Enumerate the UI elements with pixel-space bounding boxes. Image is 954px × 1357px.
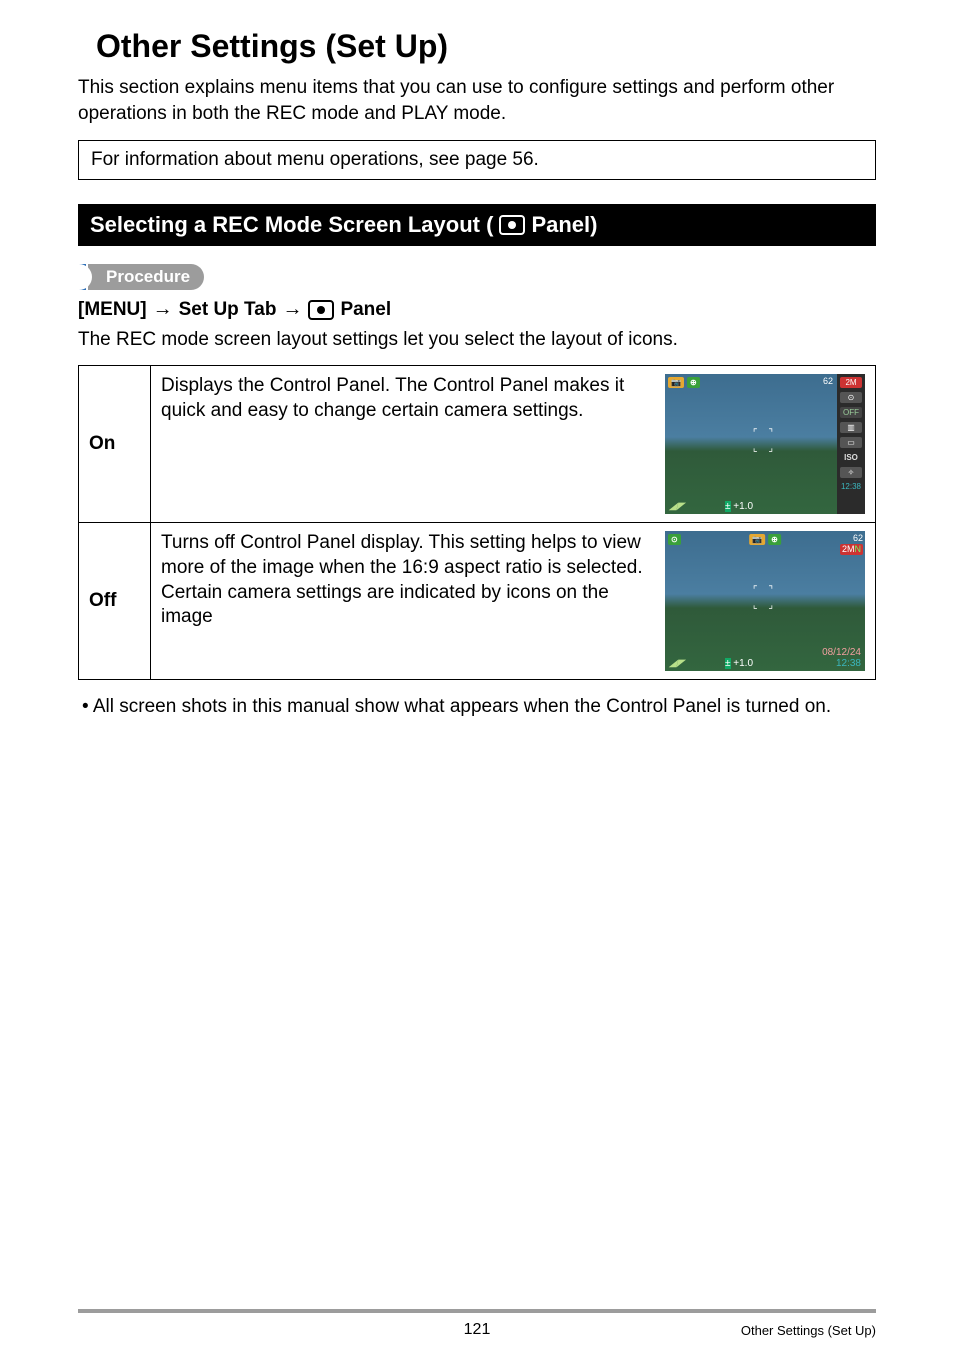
procedure-pill: Procedure <box>88 264 204 290</box>
date-value: 08/12/24 <box>822 647 861 658</box>
section-heading-prefix: Selecting a REC Mode Screen Layout ( <box>90 212 493 238</box>
layout-intro-text: The REC mode screen layout settings let … <box>78 329 876 351</box>
procedure-step-menu: [MENU] <box>78 299 147 321</box>
timer-icon: ⊙ <box>668 534 681 545</box>
arrow-icon: → <box>153 298 173 321</box>
table-row: Off Turns off Control Panel display. Thi… <box>79 523 876 680</box>
ev-value: +1.0 <box>733 658 753 669</box>
panel-size-badge: 2M <box>840 377 862 388</box>
ev-badge-icon: ± <box>725 501 731 512</box>
datetime-readout: 08/12/24 12:38 <box>822 647 861 669</box>
camera-icon: 📷 <box>668 377 684 388</box>
focus-brackets-icon: ⌜ ⌝⌞ ⌟ <box>753 426 777 456</box>
options-table: On Displays the Control Panel. The Contr… <box>78 365 876 680</box>
procedure-label-row: Procedure <box>78 264 876 290</box>
procedure-step-setup: Set Up Tab <box>179 299 277 321</box>
footer-section-name: Other Settings (Set Up) <box>741 1323 876 1338</box>
screenshot-thumbnail-off: ⊙ 📷 ⊕ 62 2MN ⌜ ⌝⌞ ⌟ ◢◤ <box>665 531 865 671</box>
time-value: 12:38 <box>822 658 861 669</box>
option-on-label: On <box>79 366 151 523</box>
option-off-cell: Turns off Control Panel display. This se… <box>151 523 876 680</box>
size-badge: 2MN <box>840 544 863 555</box>
arrow-icon: → <box>282 298 302 321</box>
camera-icon: 📷 <box>749 534 765 545</box>
page-footer: 121 Other Settings (Set Up) <box>0 1309 954 1357</box>
flash-icon: ⊕ <box>687 377 700 388</box>
intro-text: This section explains menu items that yo… <box>78 75 876 126</box>
section-heading-suffix: Panel) <box>531 212 597 238</box>
ev-value: +1.0 <box>733 501 753 512</box>
footnote-bullet: • All screen shots in this manual show w… <box>78 694 876 720</box>
panel-af-icon: ✧ <box>840 467 862 478</box>
shots-remaining: 62 <box>823 376 833 386</box>
table-row: On Displays the Control Panel. The Contr… <box>79 366 876 523</box>
shots-remaining: 62 <box>840 533 863 544</box>
control-panel-sidebar: 2M ⊙ OFF ▥ ▭ ISO ✧ 12:38 <box>837 374 865 514</box>
zoom-indicator: ◢◤ <box>669 501 684 512</box>
panel-timer-icon: ⊙ <box>840 392 862 403</box>
panel-time: 12:38 <box>841 482 861 491</box>
ev-indicator: ± +1.0 <box>725 501 753 512</box>
panel-iso-label: ISO <box>840 452 862 463</box>
screenshot-thumbnail-on: 📷 ⊕ ⌜ ⌝⌞ ⌟ ◢◤ ± +1.0 2M ⊙ OFF <box>665 374 865 514</box>
option-off-label: Off <box>79 523 151 680</box>
flash-icon: ⊕ <box>768 534 781 545</box>
page-number: 121 <box>464 1321 491 1339</box>
ev-indicator: ± +1.0 <box>725 658 753 669</box>
zoom-indicator: ◢◤ <box>669 658 684 669</box>
procedure-path: [MENU] → Set Up Tab → Panel <box>78 298 876 321</box>
rec-panel-icon <box>499 215 525 235</box>
ev-badge-icon: ± <box>725 658 731 669</box>
section-heading: Selecting a REC Mode Screen Layout ( Pan… <box>78 204 876 246</box>
info-note-box: For information about menu operations, s… <box>78 140 876 180</box>
rec-panel-icon <box>308 300 334 320</box>
procedure-step-panel: Panel <box>340 299 391 321</box>
panel-burst-icon: ▭ <box>840 437 862 448</box>
panel-off-indicator: OFF <box>840 407 862 418</box>
option-off-description: Turns off Control Panel display. This se… <box>161 531 653 630</box>
footer-divider <box>78 1309 876 1313</box>
option-on-description: Displays the Control Panel. The Control … <box>161 374 653 423</box>
panel-wb-icon: ▥ <box>840 422 862 433</box>
page-title: Other Settings (Set Up) <box>96 28 876 65</box>
option-on-cell: Displays the Control Panel. The Control … <box>151 366 876 523</box>
focus-brackets-icon: ⌜ ⌝⌞ ⌟ <box>753 583 777 613</box>
